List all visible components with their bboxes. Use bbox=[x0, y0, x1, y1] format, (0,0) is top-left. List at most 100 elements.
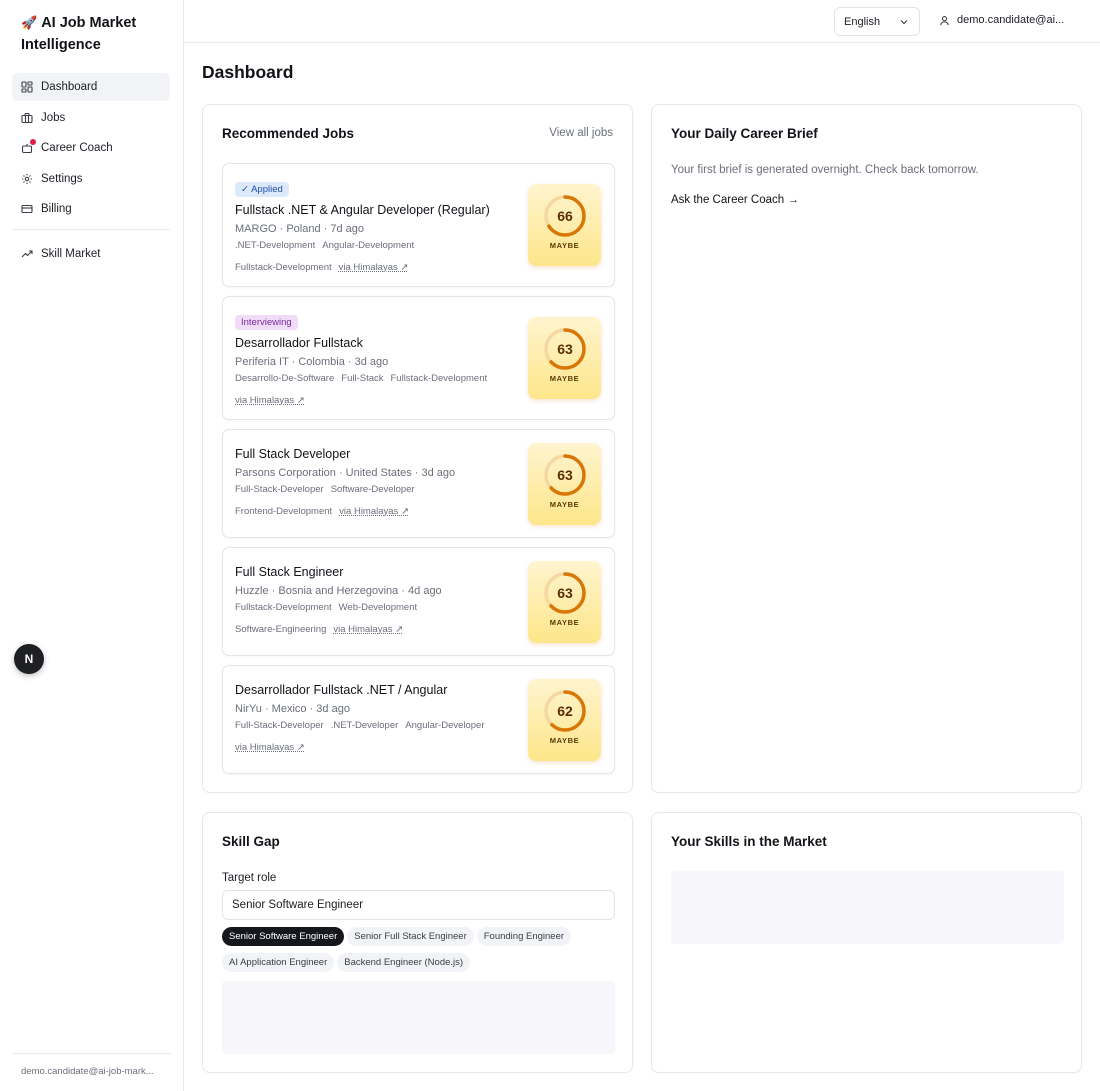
score-label: MAYBE bbox=[549, 735, 580, 745]
view-all-jobs-link[interactable]: View all jobs bbox=[549, 127, 613, 139]
sidebar-item-billing[interactable]: Billing bbox=[12, 195, 170, 223]
rocket-icon: 🚀 bbox=[21, 15, 38, 30]
job-title[interactable]: Desarrollador Fullstack bbox=[235, 334, 504, 352]
job-tag: Fullstack-Development bbox=[235, 602, 332, 613]
dashboard-icon bbox=[21, 81, 33, 93]
sidebar-nav: Dashboard Jobs Career Coach Settings Bil… bbox=[12, 73, 170, 271]
sidebar-item-label: Skill Market bbox=[41, 248, 101, 261]
page-title: Dashboard bbox=[202, 62, 294, 82]
user-icon bbox=[940, 15, 949, 25]
match-score-card: 62 MAYBE bbox=[528, 678, 601, 761]
job-tags-row: Software-Engineering via Himalayas ↗ bbox=[235, 624, 504, 636]
job-tags: Desarrollo-De-Software Full-Stack Fullstac… bbox=[235, 373, 504, 385]
job-tags-row: via Himalayas ↗ bbox=[235, 395, 504, 407]
recommended-jobs-title: Recommended Jobs bbox=[222, 126, 355, 141]
job-tag: .NET-Development bbox=[235, 240, 316, 251]
chevron-down-icon bbox=[900, 20, 908, 25]
skills-market-title: Your Skills in the Market bbox=[671, 834, 827, 849]
source-link[interactable]: via Himalayas ↗ bbox=[339, 262, 409, 273]
job-meta: Periferia IT · Colombia · 3d ago bbox=[235, 356, 389, 368]
job-card[interactable]: Desarrollador Fullstack .NET / Angular N… bbox=[222, 665, 615, 774]
sidebar-item-jobs[interactable]: Jobs bbox=[12, 104, 170, 132]
job-card[interactable]: ✓ Applied Fullstack .NET & Angular Devel… bbox=[222, 163, 615, 287]
sidebar-item-label: Jobs bbox=[41, 111, 66, 124]
source-link[interactable]: via Himalayas ↗ bbox=[235, 742, 305, 753]
source-link[interactable]: via Himalayas ↗ bbox=[235, 395, 305, 406]
card-icon bbox=[21, 203, 33, 215]
skill-gap-panel: Skill Gap Target role Senior Software En… bbox=[202, 812, 633, 1073]
source-link[interactable]: via Himalayas ↗ bbox=[333, 624, 403, 635]
score-value: 63 bbox=[557, 341, 573, 357]
job-tag: Fullstack-Development bbox=[235, 262, 332, 273]
sidebar-footer-email[interactable]: demo.candidate@ai-job-mark... bbox=[12, 1053, 171, 1077]
job-tag: Web-Development bbox=[338, 602, 418, 613]
job-tag: Full-Stack-Developer bbox=[235, 720, 324, 731]
score-ring: 63 bbox=[543, 453, 586, 496]
job-list: ✓ Applied Fullstack .NET & Angular Devel… bbox=[222, 163, 615, 783]
gear-icon bbox=[21, 173, 33, 185]
sidebar-item-dashboard[interactable]: Dashboard bbox=[12, 73, 170, 101]
job-card[interactable]: Interviewing Desarrollador Fullstack Per… bbox=[222, 296, 615, 420]
score-label: MAYBE bbox=[549, 499, 580, 509]
job-tag: .NET-Developer bbox=[330, 720, 399, 731]
role-chip[interactable]: Senior Full Stack Engineer bbox=[347, 927, 474, 946]
score-label: MAYBE bbox=[549, 241, 580, 250]
source-link[interactable]: via Himalayas ↗ bbox=[339, 506, 409, 517]
job-tag: Desarrollo-De-Software bbox=[235, 373, 335, 384]
sidebar-item-label: Career Coach bbox=[41, 142, 113, 155]
job-meta: Huzzle · Bosnia and Herzegovina · 4d ago bbox=[235, 585, 442, 597]
next-dev-badge[interactable]: N bbox=[14, 644, 44, 674]
briefcase-icon bbox=[21, 112, 33, 124]
job-tag: Angular-Developer bbox=[405, 720, 485, 731]
match-score-card: 63 MAYBE bbox=[528, 317, 601, 399]
career-brief-title: Your Daily Career Brief bbox=[671, 126, 818, 141]
trend-icon bbox=[21, 248, 33, 260]
score-value: 63 bbox=[557, 585, 573, 601]
score-value: 63 bbox=[557, 467, 573, 483]
sidebar-item-label: Billing bbox=[41, 203, 72, 216]
match-score-card: 63 MAYBE bbox=[528, 560, 601, 643]
role-chip[interactable]: Founding Engineer bbox=[476, 927, 572, 946]
job-tags-row: Fullstack-Development via Himalayas ↗ bbox=[235, 262, 504, 274]
job-tag: Full-Stack bbox=[341, 373, 384, 384]
sidebar-item-label: Settings bbox=[41, 172, 83, 185]
language-select[interactable]: English bbox=[834, 7, 920, 36]
brand[interactable]: 🚀 AI Job Market Intelligence bbox=[21, 12, 171, 56]
job-tags-row: via Himalayas ↗ bbox=[235, 742, 504, 754]
job-card[interactable]: Full Stack Engineer Huzzle · Bosnia and … bbox=[222, 547, 615, 656]
skill-gap-title: Skill Gap bbox=[222, 834, 280, 849]
notification-dot bbox=[30, 139, 36, 146]
job-tags-row: Frontend-Development via Himalayas ↗ bbox=[235, 506, 504, 518]
job-tags: Fullstack-Development Web-Development bbox=[235, 602, 504, 614]
job-title[interactable]: Desarrollador Fullstack .NET / Angular bbox=[235, 681, 504, 699]
sidebar: 🚀 AI Job Market Intelligence Dashboard Jo… bbox=[0, 0, 184, 1091]
career-brief-text: Your first brief is generated overnight.… bbox=[671, 164, 979, 176]
user-email: demo.candidate@ai... bbox=[957, 14, 1065, 26]
topbar: English demo.candidate@ai... bbox=[184, 0, 1100, 43]
role-chip[interactable]: Backend Engineer (Node.js) bbox=[337, 953, 471, 972]
user-menu[interactable]: demo.candidate@ai... bbox=[939, 14, 1064, 26]
job-title[interactable]: Fullstack .NET & Angular Developer (Regu… bbox=[235, 201, 504, 219]
job-card[interactable]: Full Stack Developer Parsons Corporation… bbox=[222, 429, 615, 538]
role-chip[interactable]: Senior Software Engineer bbox=[222, 927, 345, 946]
score-ring: 63 bbox=[543, 328, 586, 370]
job-tags: .NET-Development Angular-Development bbox=[235, 240, 504, 252]
language-value: English bbox=[844, 15, 881, 28]
job-tag: Software-Engineering bbox=[235, 624, 327, 635]
target-role-input[interactable] bbox=[222, 890, 615, 920]
role-chip[interactable]: AI Application Engineer bbox=[222, 953, 335, 972]
job-title[interactable]: Full Stack Engineer bbox=[235, 563, 504, 581]
sidebar-item-skill-market[interactable]: Skill Market bbox=[12, 240, 170, 268]
job-tag: Frontend-Development bbox=[235, 506, 333, 517]
sidebar-item-settings[interactable]: Settings bbox=[12, 165, 170, 193]
score-label: MAYBE bbox=[549, 617, 580, 627]
match-score-card: 63 MAYBE bbox=[528, 442, 601, 525]
job-title[interactable]: Full Stack Developer bbox=[235, 445, 504, 463]
skills-market-panel: Your Skills in the Market bbox=[651, 812, 1082, 1073]
ask-career-coach-link[interactable]: Ask the Career Coach → bbox=[671, 194, 799, 206]
brand-title: AI Job Market Intelligence bbox=[21, 15, 137, 53]
match-score-card: 66 MAYBE bbox=[528, 184, 601, 266]
job-tags: Full-Stack-Developer .NET-Developer Angula… bbox=[235, 720, 504, 732]
sidebar-divider bbox=[12, 229, 170, 231]
sidebar-item-career-coach[interactable]: Career Coach bbox=[12, 134, 170, 162]
